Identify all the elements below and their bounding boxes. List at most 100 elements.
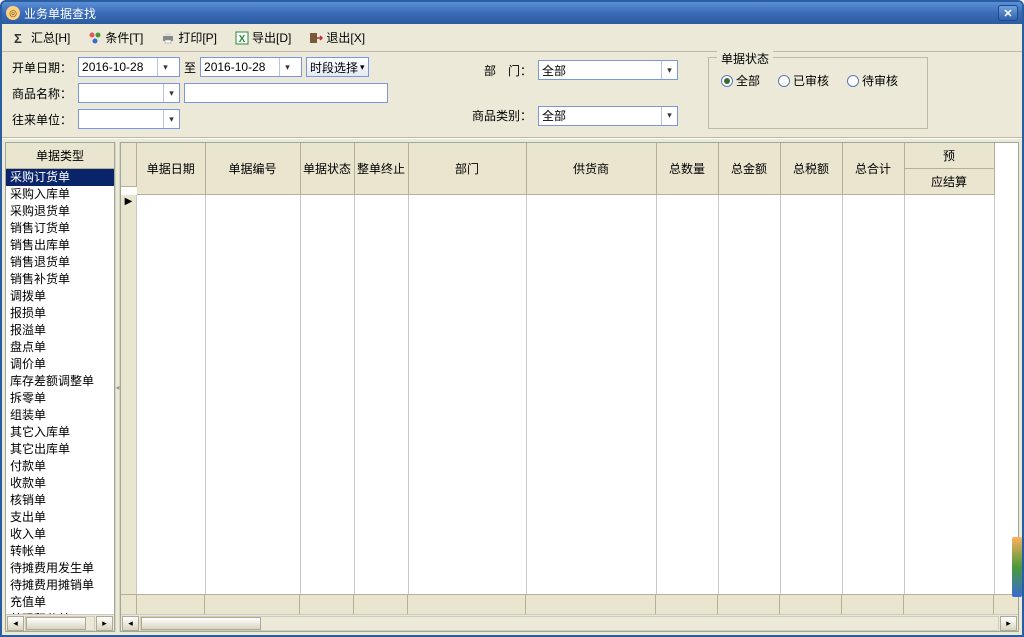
col-header[interactable]: 总数量 (656, 143, 718, 195)
hscroll-thumb[interactable] (26, 617, 86, 630)
date-sep: 至 (184, 59, 196, 76)
sidebar-item[interactable]: 收款单 (6, 475, 114, 492)
grid-cell (408, 195, 526, 594)
condition-button[interactable]: 条件[T] (84, 27, 147, 48)
col-header[interactable]: 总税额 (780, 143, 842, 195)
close-button[interactable]: ✕ (998, 5, 1018, 21)
hscroll-thumb[interactable] (141, 617, 261, 630)
date-from-input[interactable] (79, 60, 157, 74)
summary-button[interactable]: Σ 汇总[H] (10, 27, 74, 48)
dropdown-icon[interactable] (163, 110, 179, 128)
status-fieldset: 单据状态 全部 已审核 待审核 (708, 57, 928, 129)
sidebar-item[interactable]: 销售补货单 (6, 271, 114, 288)
col-group-header[interactable]: 预 (904, 143, 994, 169)
col-header[interactable]: 单据日期 (137, 143, 205, 195)
period-select-button[interactable]: 时段选择 (306, 57, 369, 77)
grid-cell (656, 195, 718, 594)
sidebar-item[interactable]: 转帐单 (6, 543, 114, 560)
product-combo[interactable] (78, 83, 180, 103)
col-header[interactable]: 部门 (408, 143, 526, 195)
dropdown-icon[interactable] (157, 58, 173, 76)
dropdown-icon[interactable] (661, 61, 677, 79)
scroll-left-button[interactable]: ◂ (122, 616, 139, 631)
sidebar-item[interactable]: 采购退货单 (6, 203, 114, 220)
exit-label: 退出[X] (326, 29, 365, 46)
product-input[interactable] (79, 86, 163, 100)
scroll-right-button[interactable]: ▸ (1000, 616, 1017, 631)
row-indicator-col: ▶ (121, 195, 137, 594)
sidebar-item[interactable]: 报损单 (6, 305, 114, 322)
sidebar-item[interactable]: 拆零单 (6, 390, 114, 407)
product-desc-box[interactable] (184, 83, 388, 103)
status-legend: 单据状态 (717, 50, 773, 67)
filter-panel: 开单日期： 至 时段选择 商品名称： (2, 52, 1022, 138)
sidebar-item[interactable]: 调价单 (6, 356, 114, 373)
col-header[interactable]: 整单终止 (354, 143, 408, 195)
sidebar-header: 单据类型 (6, 143, 114, 169)
product-label: 商品名称： (12, 85, 78, 102)
color-gutter (1012, 537, 1022, 597)
sidebar-item[interactable]: 采购订货单 (6, 169, 114, 186)
sidebar-item[interactable]: 库存差额调整单 (6, 373, 114, 390)
col-sub-header[interactable]: 应结算 (904, 169, 994, 195)
status-radio-approved[interactable]: 已审核 (778, 72, 829, 89)
toolbar: Σ 汇总[H] 条件[T] 打印[P] X 导出[D] 退出[X] (2, 24, 1022, 52)
radio-icon (721, 75, 733, 87)
sidebar-item[interactable]: 充值单 (6, 594, 114, 611)
sidebar-item[interactable]: 待摊费用摊销单 (6, 577, 114, 594)
dropdown-icon[interactable] (661, 107, 677, 125)
dropdown-icon[interactable] (279, 58, 295, 76)
sidebar-item[interactable]: 待摊费用发生单 (6, 560, 114, 577)
hscroll-track[interactable] (140, 616, 999, 631)
category-combo[interactable] (538, 106, 678, 126)
window-title: 业务单据查找 (24, 5, 998, 22)
sidebar-item[interactable]: 销售订货单 (6, 220, 114, 237)
scroll-left-button[interactable]: ◂ (7, 616, 24, 631)
exit-button[interactable]: 退出[X] (305, 27, 369, 48)
radio-icon (778, 75, 790, 87)
sidebar-item[interactable]: 核销单 (6, 492, 114, 509)
product-desc-input[interactable] (185, 84, 387, 102)
status-radio-pending[interactable]: 待审核 (847, 72, 898, 89)
col-header[interactable]: 总金额 (718, 143, 780, 195)
sidebar-item[interactable]: 报溢单 (6, 322, 114, 339)
grid-cell (526, 195, 656, 594)
export-button[interactable]: X 导出[D] (231, 27, 295, 48)
print-button[interactable]: 打印[P] (157, 27, 221, 48)
grid-cell (300, 195, 354, 594)
status-radio-all[interactable]: 全部 (721, 72, 760, 89)
sidebar-item[interactable]: 盘点单 (6, 339, 114, 356)
category-input[interactable] (539, 109, 661, 123)
sidebar-item[interactable]: 收入单 (6, 526, 114, 543)
hscroll-track[interactable] (25, 616, 95, 631)
sidebar-item[interactable]: 付款单 (6, 458, 114, 475)
row-indicator-header (121, 143, 137, 187)
col-header[interactable]: 单据状态 (300, 143, 354, 195)
printer-icon (161, 31, 175, 45)
sidebar-item[interactable]: 组装单 (6, 407, 114, 424)
party-label: 往来单位： (12, 111, 78, 128)
dept-input[interactable] (539, 63, 661, 77)
dropdown-icon[interactable] (163, 84, 179, 102)
sidebar-list[interactable]: 采购订货单采购入库单采购退货单销售订货单销售出库单销售退货单销售补货单调拨单报损… (6, 169, 114, 614)
sidebar-item[interactable]: 销售出库单 (6, 237, 114, 254)
sidebar-item[interactable]: 其它出库单 (6, 441, 114, 458)
col-header[interactable]: 供货商 (526, 143, 656, 195)
sidebar-item[interactable]: 销售退货单 (6, 254, 114, 271)
sidebar-item[interactable]: 采购入库单 (6, 186, 114, 203)
sidebar-item[interactable]: 其它入库单 (6, 424, 114, 441)
sidebar-item[interactable]: 调拨单 (6, 288, 114, 305)
col-header[interactable]: 单据编号 (205, 143, 300, 195)
row-cursor-icon: ▶ (121, 195, 136, 209)
sidebar-item[interactable]: 支出单 (6, 509, 114, 526)
dept-combo[interactable] (538, 60, 678, 80)
party-input[interactable] (79, 112, 163, 126)
doctype-sidebar: 单据类型 采购订货单采购入库单采购退货单销售订货单销售出库单销售退货单销售补货单… (5, 142, 115, 632)
col-header[interactable]: 总合计 (842, 143, 904, 195)
scroll-right-button[interactable]: ▸ (96, 616, 113, 631)
date-from-picker[interactable] (78, 57, 180, 77)
date-to-picker[interactable] (200, 57, 302, 77)
party-combo[interactable] (78, 109, 180, 129)
date-to-input[interactable] (201, 60, 279, 74)
grid-cell (718, 195, 780, 594)
